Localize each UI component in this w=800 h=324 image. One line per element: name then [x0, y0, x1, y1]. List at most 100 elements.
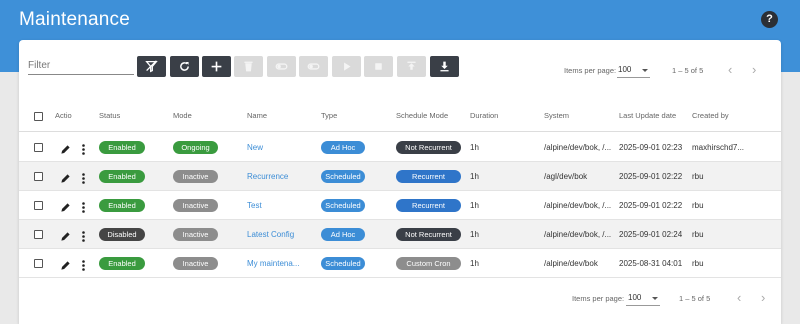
more-options-icon[interactable] [82, 229, 85, 242]
more-options-icon[interactable] [82, 258, 85, 271]
download-button[interactable] [430, 56, 459, 77]
next-page-icon[interactable]: › [752, 63, 756, 76]
status-badge: Enabled [99, 141, 145, 154]
column-header[interactable]: System [544, 111, 569, 120]
stop-button[interactable] [364, 56, 393, 77]
mode-badge: Inactive [173, 228, 218, 241]
more-options-icon[interactable] [82, 171, 85, 184]
status-badge: Disabled [99, 228, 145, 241]
table-row[interactable]: Enabled Inactive My maintena... Scheduled Cu… [19, 249, 781, 278]
edit-icon[interactable] [60, 142, 71, 154]
help-icon[interactable]: ? [761, 11, 778, 28]
column-header[interactable]: Actio [55, 111, 72, 120]
select-all-checkbox[interactable] [34, 112, 43, 121]
filter-input[interactable] [28, 57, 134, 75]
column-header[interactable]: Schedule Mode [396, 111, 448, 120]
stop-icon [375, 63, 382, 70]
edit-icon[interactable] [60, 229, 71, 241]
column-header[interactable]: Name [247, 111, 267, 120]
type-badge: Scheduled [321, 170, 365, 183]
page-size-underline-bottom [626, 305, 660, 306]
system-cell: /alpine/dev/bok, /... [544, 143, 612, 152]
status-badge: Enabled [99, 257, 145, 270]
mode-badge: Inactive [173, 170, 218, 183]
type-badge: Ad Hoc [321, 228, 365, 241]
duration-cell: 1h [470, 230, 479, 239]
row-checkbox[interactable] [34, 259, 43, 268]
status-badge: Enabled [99, 199, 145, 212]
column-header[interactable]: Mode [173, 111, 192, 120]
type-badge: Scheduled [321, 199, 365, 212]
clear-filter-button[interactable] [137, 56, 166, 77]
row-checkbox[interactable] [34, 230, 43, 239]
table-row[interactable]: Enabled Inactive Test Scheduled Recurrent 1h /… [19, 191, 781, 220]
add-button[interactable] [202, 56, 231, 77]
maintenance-name-link[interactable]: New [247, 143, 263, 152]
row-checkbox[interactable] [34, 143, 43, 152]
filter-off-icon [145, 60, 158, 73]
schedule-mode-badge: Not Recurrent [396, 141, 461, 154]
last-update-cell: 2025-09-01 02:22 [619, 201, 683, 210]
toggle-icon [307, 63, 320, 70]
column-header[interactable]: Created by [692, 111, 729, 120]
last-update-cell: 2025-08-31 04:01 [619, 259, 683, 268]
duration-cell: 1h [470, 172, 479, 181]
prev-page-icon[interactable]: ‹ [737, 291, 741, 304]
maintenance-name-link[interactable]: My maintena... [247, 259, 299, 268]
maintenance-name-link[interactable]: Latest Config [247, 230, 294, 239]
schedule-mode-badge: Not Recurrent [396, 228, 461, 241]
toggle-off-button[interactable] [299, 56, 328, 77]
chevron-down-icon[interactable] [642, 69, 648, 72]
created-by-cell: rbu [692, 259, 704, 268]
upload-button[interactable] [397, 56, 426, 77]
toggle-on-button[interactable] [267, 56, 296, 77]
more-options-icon[interactable] [82, 142, 85, 155]
items-per-page-label-bottom: Items per page: [572, 294, 625, 303]
start-button[interactable] [332, 56, 361, 77]
last-update-cell: 2025-09-01 02:24 [619, 230, 683, 239]
duration-cell: 1h [470, 201, 479, 210]
page-size-select[interactable]: 100 [618, 65, 631, 74]
duration-cell: 1h [470, 143, 479, 152]
column-header[interactable]: Last Update date [619, 111, 676, 120]
column-header[interactable]: Status [99, 111, 120, 120]
column-header[interactable]: Duration [470, 111, 498, 120]
column-header[interactable]: Type [321, 111, 337, 120]
delete-button[interactable] [234, 56, 263, 77]
edit-icon[interactable] [60, 171, 71, 183]
edit-icon[interactable] [60, 200, 71, 212]
maintenance-card: Items per page: 100 1 – 5 of 5 ‹ › Actio… [19, 40, 781, 324]
refresh-button[interactable] [170, 56, 199, 77]
next-page-icon[interactable]: › [761, 291, 765, 304]
schedule-mode-badge: Recurrent [396, 199, 461, 212]
plus-icon [211, 61, 222, 72]
toggle-icon [275, 63, 288, 70]
created-by-cell: rbu [692, 172, 704, 181]
download-icon [440, 61, 449, 72]
row-checkbox[interactable] [34, 172, 43, 181]
prev-page-icon[interactable]: ‹ [728, 63, 732, 76]
type-badge: Scheduled [321, 257, 365, 270]
table-row[interactable]: Enabled Inactive Recurrence Scheduled Recurr… [19, 162, 781, 191]
last-update-cell: 2025-09-01 02:23 [619, 143, 683, 152]
mode-badge: Inactive [173, 199, 218, 212]
created-by-cell: rbu [692, 230, 704, 239]
table-row[interactable]: Disabled Inactive Latest Config Ad Hoc Not R… [19, 220, 781, 249]
upload-icon [407, 61, 416, 70]
refresh-icon [180, 62, 189, 71]
page-size-underline [617, 77, 650, 78]
table-row[interactable]: Enabled Ongoing New Ad Hoc Not Recurrent 1h/a… [19, 133, 781, 162]
items-per-page-label: Items per page: [564, 66, 617, 75]
maintenance-name-link[interactable]: Recurrence [247, 172, 288, 181]
row-checkbox[interactable] [34, 201, 43, 210]
system-cell: /alpine/dev/bok [544, 259, 598, 268]
mode-badge: Ongoing [173, 141, 218, 154]
page-title: Maintenance [19, 9, 130, 30]
chevron-down-icon[interactable] [652, 297, 658, 300]
maintenance-name-link[interactable]: Test [247, 201, 262, 210]
created-by-cell: rbu [692, 201, 704, 210]
last-update-cell: 2025-09-01 02:22 [619, 172, 683, 181]
more-options-icon[interactable] [82, 200, 85, 213]
page-size-select-bottom[interactable]: 100 [628, 293, 641, 302]
edit-icon[interactable] [60, 258, 71, 270]
